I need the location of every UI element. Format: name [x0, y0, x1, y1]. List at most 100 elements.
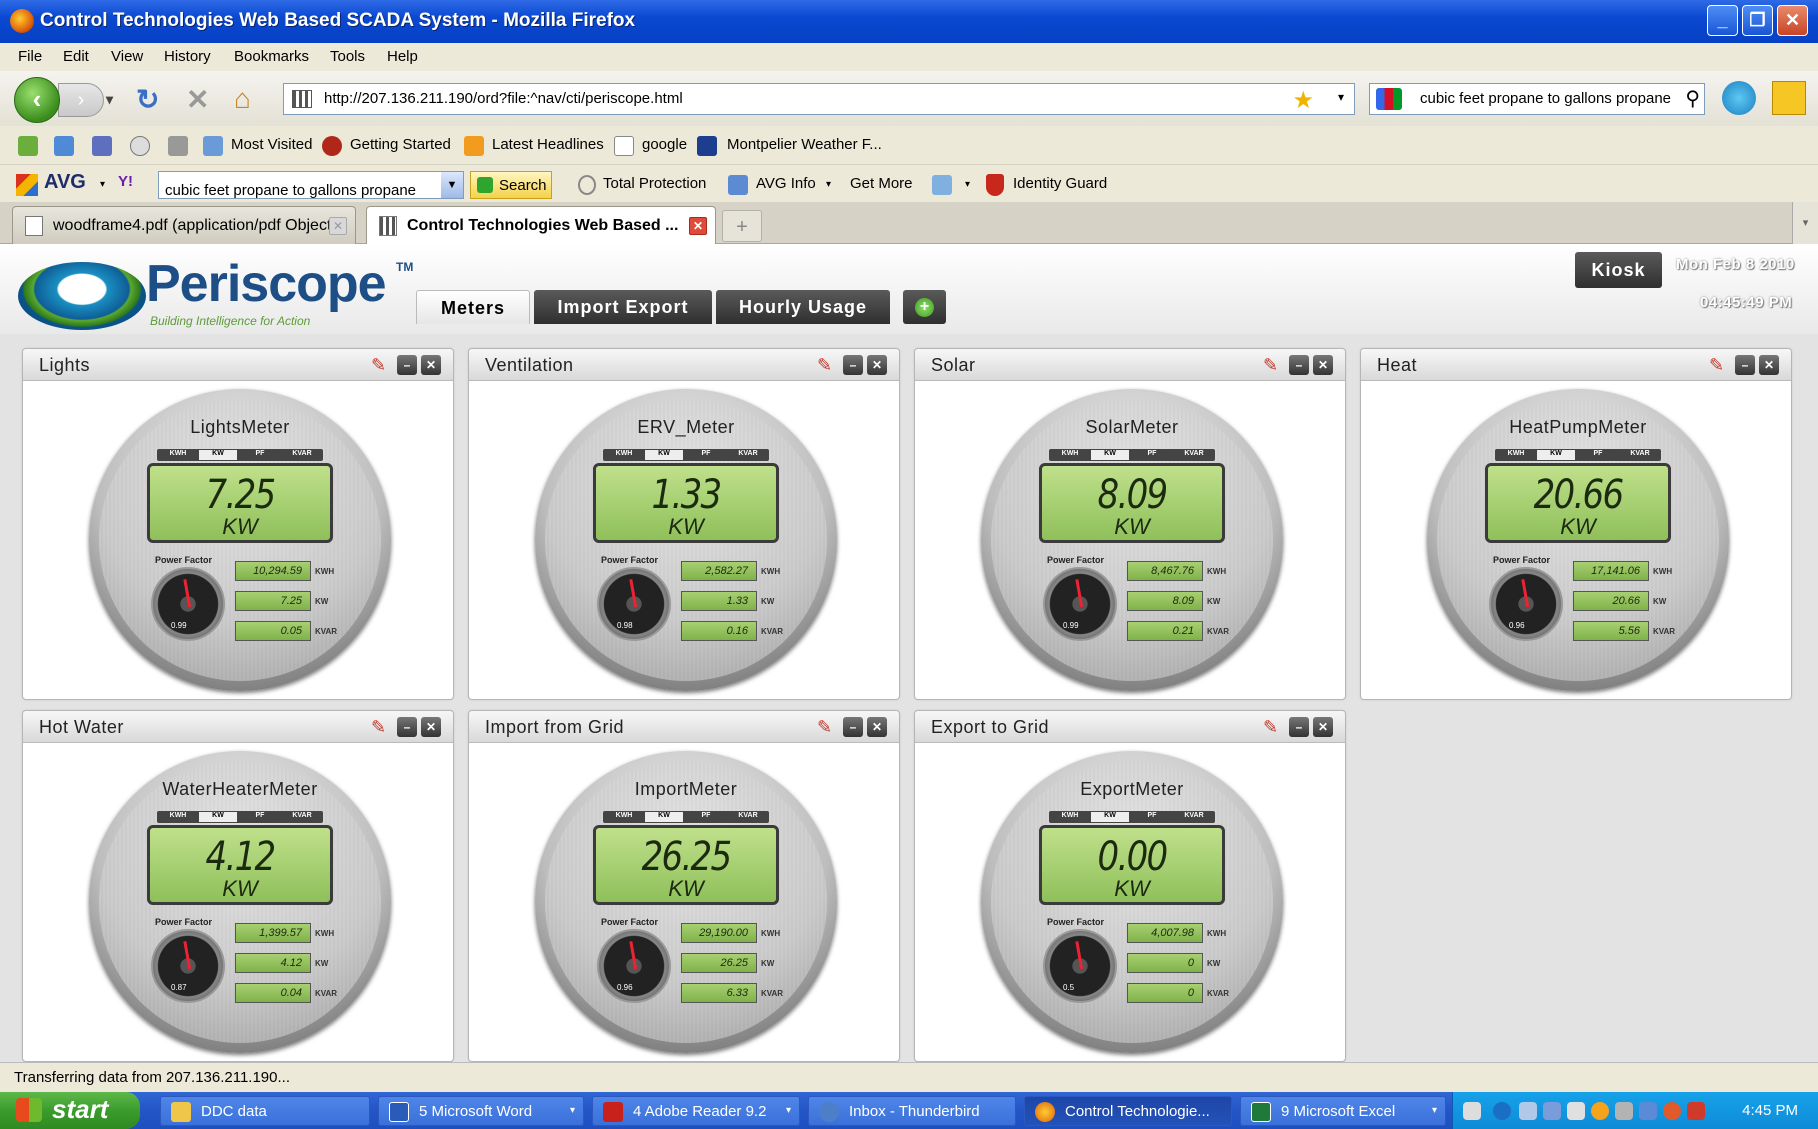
menu-edit[interactable]: Edit [63, 48, 89, 65]
wrench-icon[interactable]: ✎ [1263, 355, 1283, 375]
help-icon[interactable] [1463, 1102, 1481, 1120]
start-button[interactable]: start [0, 1092, 140, 1129]
print-icon[interactable] [168, 136, 188, 156]
mode-pf[interactable]: PF [241, 450, 279, 457]
menu-tools[interactable]: Tools [330, 48, 365, 65]
stop-icon[interactable]: ✕ [186, 83, 209, 116]
close-panel-icon[interactable]: ✕ [867, 717, 887, 737]
wrench-icon[interactable]: ✎ [817, 717, 837, 737]
yahoo-icon[interactable]: Y! [118, 173, 133, 190]
url-dropdown-icon[interactable]: ▾ [1338, 90, 1344, 104]
reload-icon[interactable]: ↻ [136, 83, 159, 116]
close-button[interactable]: ✕ [1777, 5, 1808, 36]
avg-brand[interactable]: AVG [44, 171, 86, 194]
panel-header[interactable]: Heat ✎ – ✕ [1361, 349, 1791, 381]
minimize-panel-icon[interactable]: – [843, 717, 863, 737]
panel-header[interactable]: Lights ✎ – ✕ [23, 349, 453, 381]
taskbar-item-firefox[interactable]: Control Technologie... [1024, 1096, 1232, 1126]
taskbar-item-thunderbird[interactable]: Inbox - Thunderbird [808, 1096, 1016, 1126]
tab-close-icon[interactable]: ✕ [689, 217, 707, 235]
google-icon[interactable] [1376, 88, 1402, 110]
avg-dropdown-icon[interactable]: ▾ [100, 179, 105, 190]
tray-app-icon[interactable] [1591, 1102, 1609, 1120]
mode-kw[interactable]: KW [199, 450, 237, 460]
mode-kvar[interactable]: KVAR [283, 450, 321, 457]
taskbar-item-excel[interactable]: 9 Microsoft Excel ▾ [1240, 1096, 1446, 1126]
panel-header[interactable]: Import from Grid ✎ – ✕ [469, 711, 899, 743]
tab-hourly-usage[interactable]: Hourly Usage [716, 290, 890, 324]
avg-total-protection[interactable]: Total Protection [603, 175, 706, 192]
bookmark-latest-headlines[interactable]: Latest Headlines [492, 136, 604, 153]
mode-kvar[interactable]: KVAR [1175, 812, 1213, 819]
bookmark-tool-icon[interactable] [18, 136, 38, 156]
bookmark-star-icon[interactable]: ★ [1292, 86, 1314, 115]
forward-button[interactable]: › [58, 83, 104, 117]
mode-kwh[interactable]: KWH [159, 812, 197, 819]
new-tab-button[interactable]: + [722, 210, 762, 242]
bookmark-montpelier-weather[interactable]: Montpelier Weather F... [727, 136, 882, 153]
kiosk-button[interactable]: Kiosk [1575, 252, 1662, 288]
panel-header[interactable]: Export to Grid ✎ – ✕ [915, 711, 1345, 743]
home-icon[interactable]: ⌂ [234, 83, 251, 115]
minimize-button[interactable]: _ [1707, 5, 1738, 36]
avg-search-button[interactable]: Search [470, 171, 552, 199]
url-bar[interactable]: http://207.136.211.190/ord?file:^nav/cti… [283, 83, 1355, 115]
mode-pf[interactable]: PF [687, 450, 725, 457]
menu-file[interactable]: File [18, 48, 42, 65]
minimize-panel-icon[interactable]: – [397, 355, 417, 375]
tray-app-icon[interactable] [1639, 1102, 1657, 1120]
minimize-panel-icon[interactable]: – [397, 717, 417, 737]
bookmark-getting-started[interactable]: Getting Started [350, 136, 451, 153]
avg-tool-dropdown-icon[interactable]: ▾ [965, 179, 970, 190]
wrench-icon[interactable]: ✎ [1263, 717, 1283, 737]
mode-kw[interactable]: KW [1091, 812, 1129, 822]
tab-pdf[interactable]: woodframe4.pdf (application/pdf Object) … [12, 206, 356, 244]
mode-pf[interactable]: PF [1133, 812, 1171, 819]
mode-kwh[interactable]: KWH [1051, 812, 1089, 819]
network-icon[interactable] [1519, 1102, 1537, 1120]
avg-search-input[interactable]: cubic feet propane to gallons propane ▼ [158, 171, 464, 199]
close-panel-icon[interactable]: ✕ [1313, 355, 1333, 375]
wrench-icon[interactable]: ✎ [817, 355, 837, 375]
bookmark-tool-icon[interactable] [54, 136, 74, 156]
taskbar-item-adobe-reader[interactable]: 4 Adobe Reader 9.2 ▾ [592, 1096, 800, 1126]
back-button[interactable]: ‹ [14, 77, 60, 123]
mode-kwh[interactable]: KWH [605, 812, 643, 819]
avg-get-more[interactable]: Get More [850, 175, 913, 192]
mode-pf[interactable]: PF [687, 812, 725, 819]
web-search-input[interactable]: cubic feet propane to gallons propane ⚲ [1369, 83, 1705, 115]
avg-identity-guard[interactable]: Identity Guard [1013, 175, 1107, 192]
wrench-icon[interactable]: ✎ [371, 717, 391, 737]
tray-app-icon[interactable] [1615, 1102, 1633, 1120]
avg-info-dropdown-icon[interactable]: ▾ [826, 179, 831, 190]
mode-pf[interactable]: PF [1133, 450, 1171, 457]
tray-app-icon[interactable] [1687, 1102, 1705, 1120]
mode-kw[interactable]: KW [645, 812, 683, 822]
taskbar-item-ddc-data[interactable]: DDC data [160, 1096, 370, 1126]
taskbar-item-word[interactable]: 5 Microsoft Word ▾ [378, 1096, 584, 1126]
panel-header[interactable]: Ventilation ✎ – ✕ [469, 349, 899, 381]
bookmark-tool-icon[interactable] [92, 136, 112, 156]
minimize-panel-icon[interactable]: – [1289, 355, 1309, 375]
wrench-icon[interactable]: ✎ [371, 355, 391, 375]
mode-kwh[interactable]: KWH [1051, 450, 1089, 457]
mode-pf[interactable]: PF [241, 812, 279, 819]
mode-kvar[interactable]: KVAR [1175, 450, 1213, 457]
wrench-icon[interactable]: ✎ [1709, 355, 1729, 375]
history-dropdown-icon[interactable]: ▾ [106, 91, 113, 108]
close-panel-icon[interactable]: ✕ [1759, 355, 1779, 375]
tab-import-export[interactable]: Import Export [534, 290, 712, 324]
search-icon[interactable]: ⚲ [1685, 86, 1700, 111]
mode-kw[interactable]: KW [1537, 450, 1575, 460]
tab-scada[interactable]: Control Technologies Web Based ... ✕ [366, 206, 716, 245]
menu-help[interactable]: Help [387, 48, 418, 65]
mode-kvar[interactable]: KVAR [729, 450, 767, 457]
menu-view[interactable]: View [111, 48, 143, 65]
skype-icon[interactable] [1722, 81, 1756, 115]
tray-app-icon[interactable] [1663, 1102, 1681, 1120]
close-panel-icon[interactable]: ✕ [421, 717, 441, 737]
norton-icon[interactable] [1772, 81, 1806, 115]
mode-kw[interactable]: KW [199, 812, 237, 822]
restore-button[interactable]: ❐ [1742, 5, 1773, 36]
close-panel-icon[interactable]: ✕ [1313, 717, 1333, 737]
